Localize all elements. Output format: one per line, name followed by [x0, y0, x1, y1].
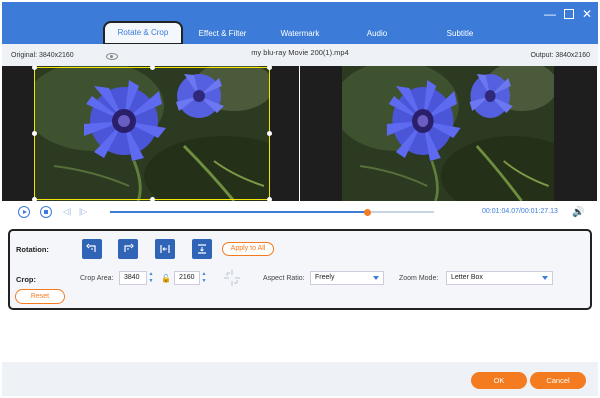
- info-bar: Original: 3840x2160 my blu-ray Movie 200…: [2, 44, 598, 66]
- aspect-ratio-value: Freely: [315, 274, 335, 281]
- output-preview: [300, 66, 597, 201]
- progress-slider[interactable]: [110, 208, 434, 216]
- tab-rotate-crop[interactable]: Rotate & Crop: [103, 21, 183, 45]
- crop-frame[interactable]: [32, 66, 272, 201]
- flip-vertical-button[interactable]: [192, 239, 212, 259]
- progress-fill: [110, 211, 368, 213]
- close-icon[interactable]: ✕: [580, 7, 594, 21]
- crop-label: Crop:: [16, 275, 36, 284]
- tab-audio[interactable]: Audio: [347, 24, 407, 44]
- title-bar: — ✕ Rotate & Crop Effect & Filter Waterm…: [2, 2, 598, 45]
- rotate-left-button[interactable]: [82, 239, 102, 259]
- settings-panel: Rotation: Apply to All Crop: Crop Area: …: [8, 229, 592, 310]
- maximize-icon[interactable]: [562, 7, 576, 21]
- output-video-frame: [342, 66, 554, 201]
- chevron-down-icon: [373, 276, 379, 280]
- time-readout: 00:01:04.07/00:01:27.13: [482, 208, 558, 215]
- rotate-left-icon: [86, 243, 96, 252]
- footer-bar: OK Cancel: [2, 362, 598, 396]
- crop-handle-tl[interactable]: [32, 66, 37, 70]
- crop-handle-right[interactable]: [267, 131, 272, 136]
- stop-icon[interactable]: [40, 206, 52, 218]
- ok-button[interactable]: OK: [471, 372, 527, 389]
- zoom-mode-select[interactable]: Letter Box: [446, 271, 553, 285]
- crop-area-label: Crop Area:: [80, 275, 114, 282]
- crop-height-stepper[interactable]: ▲ ▼: [200, 271, 208, 285]
- zoom-mode-value: Letter Box: [451, 274, 483, 281]
- original-preview: [2, 66, 299, 201]
- tab-effect-filter[interactable]: Effect & Filter: [185, 24, 260, 44]
- crop-height-input[interactable]: 2160: [174, 271, 200, 285]
- rotation-label: Rotation:: [16, 245, 49, 254]
- rotate-right-button[interactable]: [118, 239, 138, 259]
- flip-vertical-icon: [198, 244, 206, 254]
- rotate-right-icon: [124, 243, 134, 252]
- crop-handle-top[interactable]: [150, 66, 155, 70]
- crop-handle-left[interactable]: [32, 131, 37, 136]
- center-crop-icon[interactable]: [223, 269, 241, 287]
- flip-horizontal-icon: [160, 245, 170, 253]
- tab-subtitle[interactable]: Subtitle: [425, 24, 495, 44]
- file-name: my blu-ray Movie 200(1).mp4: [251, 48, 349, 57]
- crop-width-input[interactable]: 3840: [119, 271, 147, 285]
- lock-ratio-icon[interactable]: 🔓: [161, 274, 171, 283]
- crop-handle-tr[interactable]: [267, 66, 272, 70]
- progress-thumb[interactable]: [364, 208, 372, 216]
- chevron-down-icon: [542, 276, 548, 280]
- tab-watermark[interactable]: Watermark: [265, 24, 335, 44]
- volume-icon[interactable]: 🔊: [572, 207, 584, 218]
- aspect-ratio-label: Aspect Ratio:: [263, 275, 305, 282]
- player-controls: ◁| |▷ 00:01:04.07/00:01:27.13 🔊: [2, 201, 598, 223]
- output-resolution: Output: 3840x2160: [530, 52, 590, 59]
- play-icon[interactable]: [18, 206, 30, 218]
- skip-back-icon[interactable]: ◁|: [63, 207, 71, 216]
- apply-to-all-button[interactable]: Apply to All: [222, 242, 274, 256]
- reset-button[interactable]: Reset: [15, 289, 65, 304]
- crop-width-stepper[interactable]: ▲ ▼: [147, 271, 155, 285]
- cancel-button[interactable]: Cancel: [530, 372, 586, 389]
- aspect-ratio-select[interactable]: Freely: [310, 271, 384, 285]
- zoom-mode-label: Zoom Mode:: [399, 275, 439, 282]
- skip-forward-icon[interactable]: |▷: [79, 207, 87, 216]
- minimize-icon[interactable]: —: [543, 7, 557, 21]
- flip-horizontal-button[interactable]: [155, 239, 175, 259]
